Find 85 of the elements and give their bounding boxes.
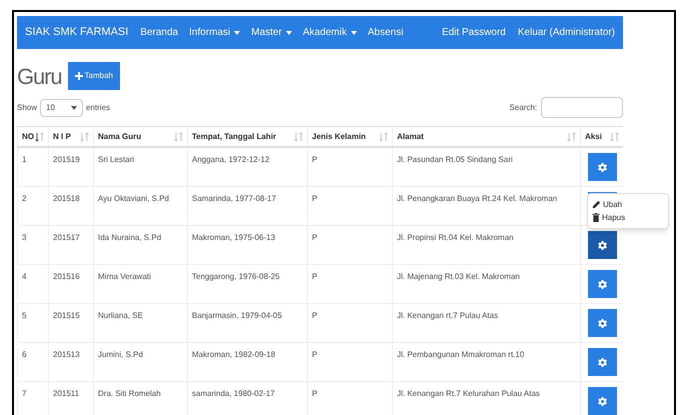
show-label: Show: [17, 102, 38, 114]
add-button[interactable]: Tambah: [68, 62, 120, 90]
table-cell: P: [307, 343, 392, 381]
nav-item[interactable]: Akademik: [302, 25, 357, 40]
menu-item[interactable]: Hapus: [588, 211, 668, 224]
table-cell: Jl. Pembangunan Mmakroman rt.10: [392, 343, 580, 381]
table-cell: samarinda, 1980-02-17: [187, 382, 307, 415]
table-cell: P: [307, 148, 392, 186]
table-cell: Jl. Penangkaran Buaya Rt.24 Kel. Makroman: [392, 187, 580, 225]
column-header[interactable]: NO: [17, 127, 48, 146]
nav-item[interactable]: Beranda: [140, 25, 178, 40]
caret-icon: [71, 106, 78, 110]
table-cell: 5: [17, 304, 48, 342]
column-header[interactable]: Alamat: [392, 127, 580, 146]
column-header[interactable]: Jenis Kelamin: [307, 127, 392, 146]
table-cell: 3: [17, 226, 48, 264]
table-cell: 201518: [48, 187, 93, 225]
caret-icon: [350, 30, 357, 34]
gear-icon: [598, 280, 606, 288]
nav-link[interactable]: Edit Password: [442, 25, 506, 40]
table-cell: 6: [17, 343, 48, 381]
table-cell: 201513: [48, 343, 93, 381]
nav-item[interactable]: Master: [251, 25, 292, 40]
action-button[interactable]: [588, 231, 616, 259]
table-cell: Ida Nuraina, S.Pd: [93, 226, 187, 264]
table-cell: Samarinda, 1977-08-17: [187, 187, 307, 225]
table-cell: Jl. Pasundan Rt.05 Sindang Sari: [392, 148, 580, 186]
table-cell: P: [307, 265, 392, 303]
brand-title[interactable]: SIAK SMK FARMASI: [25, 24, 128, 41]
menu-item[interactable]: Ubah: [588, 198, 668, 211]
table-cell: P: [307, 226, 392, 264]
table-cell: 4: [17, 265, 48, 303]
table-cell: 7: [17, 382, 48, 415]
table-cell: 1: [17, 148, 48, 186]
gear-icon: [598, 240, 606, 250]
search-label: Search:: [509, 102, 537, 114]
table-cell: P: [307, 382, 392, 415]
table-cell: Makroman, 1975-06-13: [187, 226, 307, 264]
action-button[interactable]: [588, 153, 616, 181]
entries-select[interactable]: 10: [40, 98, 84, 116]
column-header[interactable]: Tempat, Tanggal Lahir: [187, 127, 307, 146]
table-cell: P: [307, 187, 392, 225]
column-header[interactable]: Nama Guru: [93, 127, 187, 146]
table-cell: Banjarmasin, 1979-04-05: [187, 304, 307, 342]
nav-link[interactable]: Keluar (Administrator): [518, 25, 615, 40]
table-cell: Jl. Propinsi Rt.04 Kel. Makroman: [392, 226, 580, 264]
gear-icon: [598, 318, 606, 328]
action-button[interactable]: [588, 270, 616, 298]
column-header[interactable]: N I P: [48, 127, 93, 146]
table-cell: 201516: [48, 265, 93, 303]
gear-icon: [598, 358, 606, 366]
trash-icon: [592, 213, 600, 222]
table-cell: Mirna Verawati: [93, 265, 187, 303]
table-cell: 201511: [48, 382, 93, 415]
table-cell: Jumini, S.Pd: [93, 343, 187, 381]
table-cell: Nurliana, SE: [93, 304, 187, 342]
table-cell: Anggana, 1972-12-12: [187, 148, 307, 186]
caret-icon: [286, 30, 292, 34]
nav-item[interactable]: Informasi: [189, 25, 240, 40]
pencil-icon: [592, 200, 601, 209]
table-cell: Ayu Oktaviani, S.Pd: [93, 187, 187, 225]
table-cell: Makroman, 1982-09-18: [187, 343, 307, 381]
action-button[interactable]: [588, 309, 616, 337]
nav-item[interactable]: Absensi: [368, 25, 404, 40]
column-header[interactable]: Aksi: [580, 127, 623, 146]
table-cell: 201517: [48, 226, 93, 264]
table-cell: Jl. Kenangan rt.7 Pulau Atas: [392, 304, 580, 342]
entries-label: entries: [86, 102, 110, 114]
table-cell: Jl. Kenangan Rt.7 Kelurahan Pulau Atas: [392, 382, 580, 415]
table-cell: Dra. Siti Romelah: [93, 382, 187, 415]
table-cell: 2: [17, 187, 48, 225]
table-cell: Sri Lestari: [93, 148, 187, 186]
table-cell: P: [307, 304, 392, 342]
action-button[interactable]: [588, 387, 616, 415]
table-cell: 201515: [48, 304, 93, 342]
plus-icon: [74, 72, 83, 80]
table-cell: Jl. Majenang Rt.03 Kel. Makroman: [392, 265, 580, 303]
page-title: Guru: [17, 62, 62, 90]
search-field[interactable]: [541, 97, 623, 118]
caret-icon: [234, 30, 240, 34]
action-button[interactable]: [588, 348, 616, 376]
table-cell: 201519: [48, 148, 93, 186]
table-cell: Tenggarong, 1976-08-25: [187, 265, 307, 303]
gear-icon: [598, 162, 606, 172]
gear-icon: [598, 396, 606, 406]
